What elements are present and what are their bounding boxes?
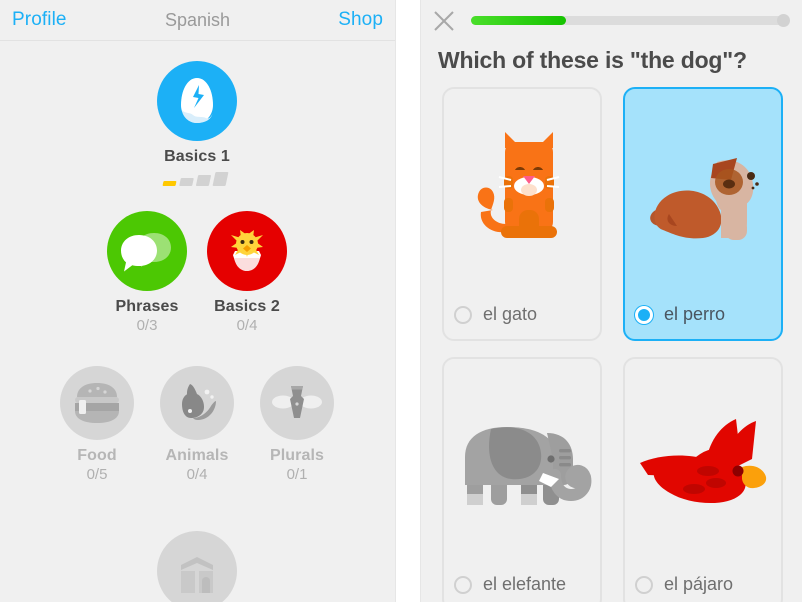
- progress-fill: [471, 16, 567, 25]
- close-icon[interactable]: [433, 10, 455, 32]
- skill-phrases[interactable]: Phrases 0/3: [92, 211, 202, 334]
- course-title: Spanish: [164, 10, 231, 30]
- question-prompt: Which of these is "the dog"?: [438, 47, 747, 73]
- hatching-chick-icon[interactable]: [207, 211, 287, 291]
- lesson-header: [421, 0, 802, 40]
- choice-label: el pájaro: [664, 574, 734, 594]
- choice-card-el-pajaro[interactable]: el pájaro: [623, 357, 783, 602]
- progress-knob: [777, 14, 790, 27]
- skill-count: 0/5: [86, 466, 108, 483]
- panel-divider: [395, 0, 421, 602]
- answer-row[interactable]: el pájaro: [635, 574, 733, 595]
- skill-tree: Basics 1 Phrases 0/3 Basics 2 0/4 Food 0…: [0, 41, 395, 602]
- skill-count: 0/1: [286, 466, 308, 483]
- dog-illustration: [625, 89, 781, 289]
- answer-row[interactable]: el perro: [635, 304, 725, 325]
- skill-animals[interactable]: Animals 0/4: [142, 366, 252, 483]
- skill-basics-2[interactable]: Basics 2 0/4: [192, 211, 302, 334]
- skill-tree-panel: Profile Spanish Shop Basics 1 Phrases 0/…: [0, 0, 395, 602]
- elephant-illustration: [444, 359, 600, 559]
- radio-button[interactable]: [454, 305, 472, 324]
- choice-card-el-perro[interactable]: el perro: [623, 87, 783, 341]
- lesson-progress-bar: [471, 14, 790, 27]
- choice-label: el perro: [664, 304, 726, 324]
- skill-plurals[interactable]: Plurals 0/1: [242, 366, 352, 483]
- skill-count: 0/4: [236, 317, 258, 334]
- speech-bubbles-icon[interactable]: [107, 211, 187, 291]
- house-icon[interactable]: [157, 531, 237, 602]
- skill-count: 0/3: [136, 317, 158, 334]
- skill-strength-bars: [162, 172, 231, 186]
- shop-link[interactable]: Shop: [338, 9, 383, 31]
- choice-card-el-elefante[interactable]: el elefante: [442, 357, 602, 602]
- bird-illustration: [625, 359, 781, 559]
- skill-label: Food: [77, 447, 117, 464]
- skill-label: Phrases: [115, 298, 179, 315]
- skill-label: Basics 2: [214, 298, 280, 315]
- app-screen: Profile Spanish Shop Basics 1 Phrases 0/…: [0, 0, 802, 602]
- left-nav-bar: Profile Spanish Shop: [0, 0, 395, 41]
- skill-basics-1[interactable]: Basics 1: [142, 61, 252, 186]
- choice-label: el gato: [483, 304, 538, 324]
- burger-icon[interactable]: [60, 366, 134, 440]
- answer-row[interactable]: el gato: [454, 304, 537, 325]
- choice-label: el elefante: [483, 574, 567, 594]
- cat-illustration: [444, 89, 600, 289]
- radio-button[interactable]: [454, 575, 472, 594]
- skill-label: Plurals: [269, 447, 325, 464]
- skill-locked-next[interactable]: [142, 531, 252, 602]
- whale-icon[interactable]: [160, 366, 234, 440]
- skill-label: Basics 1: [164, 148, 230, 165]
- skill-food[interactable]: Food 0/5: [42, 366, 152, 483]
- lesson-panel: Which of these is "the dog"? el gato el …: [421, 0, 802, 602]
- choice-card-el-gato[interactable]: el gato: [442, 87, 602, 341]
- radio-button[interactable]: [635, 305, 653, 324]
- skill-label: Animals: [165, 447, 229, 464]
- cracked-egg-icon[interactable]: [157, 61, 237, 141]
- skill-count: 0/4: [186, 466, 208, 483]
- answer-row[interactable]: el elefante: [454, 574, 566, 595]
- radio-button[interactable]: [635, 575, 653, 594]
- bowtie-icon[interactable]: [260, 366, 334, 440]
